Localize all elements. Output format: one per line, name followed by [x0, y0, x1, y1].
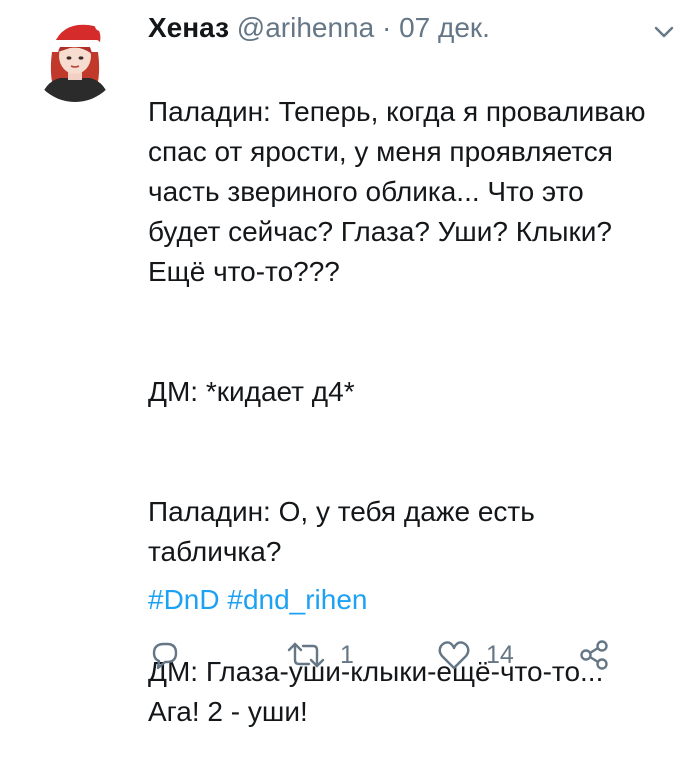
tweet-paragraph: Паладин: О, у тебя даже есть табличка?	[148, 496, 535, 567]
avatar[interactable]	[30, 12, 120, 102]
tweet-actions: 1 14	[0, 630, 700, 680]
tweet-header: Хеназ @arihenna · 07 дек.	[148, 8, 490, 48]
share-button[interactable]	[578, 636, 610, 674]
like-count: 14	[486, 640, 514, 669]
tweet-paragraph: Паладин: Теперь, когда я проваливаю спас…	[148, 96, 646, 287]
hashtags: #DnD #dnd_rihen	[148, 580, 368, 620]
hashtag-link[interactable]: #dnd_rihen	[227, 584, 367, 615]
separator-dot: ·	[381, 12, 392, 43]
reply-button[interactable]	[148, 636, 182, 674]
heart-icon	[438, 641, 470, 670]
tweet: Хеназ @arihenna · 07 дек. Паладин: Тепер…	[0, 0, 700, 727]
retweet-button[interactable]: 1	[286, 636, 354, 674]
reply-icon	[152, 642, 178, 670]
avatar-illustration	[40, 21, 110, 102]
author-name[interactable]: Хеназ	[148, 12, 229, 43]
tweet-paragraph: ДМ: *кидает д4*	[148, 376, 355, 407]
author-handle[interactable]: @arihenna	[237, 12, 374, 43]
retweet-icon	[287, 642, 325, 668]
like-button[interactable]: 14	[436, 636, 514, 674]
retweet-count: 1	[340, 640, 354, 669]
share-icon	[580, 640, 608, 670]
tweet-date[interactable]: 07 дек.	[399, 12, 490, 43]
chevron-down-icon[interactable]	[652, 20, 676, 44]
hashtag-link[interactable]: #DnD	[148, 584, 220, 615]
